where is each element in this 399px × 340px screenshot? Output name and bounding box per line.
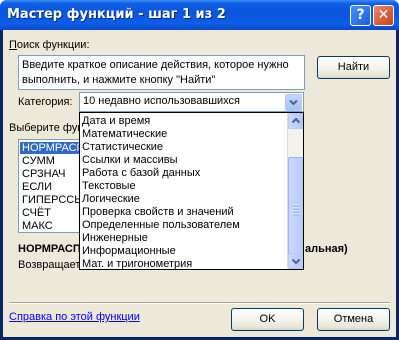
- category-option[interactable]: Определенные пользователем: [82, 219, 240, 231]
- footer-divider: [9, 302, 390, 304]
- scroll-up-icon: [291, 117, 301, 124]
- find-button[interactable]: Найти: [317, 56, 390, 79]
- ok-button-label: OK: [259, 313, 276, 325]
- function-syntax-head: НОРМРАСП: [18, 243, 81, 255]
- grip-icon: [293, 204, 299, 216]
- category-option[interactable]: Ссылки и массивы: [82, 154, 178, 166]
- scroll-thumb[interactable]: [288, 157, 303, 261]
- category-option[interactable]: Работа с базой данных: [82, 167, 200, 179]
- ok-button[interactable]: OK: [231, 308, 304, 331]
- chevron-down-icon: [289, 99, 298, 106]
- close-icon: ✕: [377, 7, 390, 23]
- function-help-link[interactable]: Справка по этой функции: [9, 311, 140, 323]
- category-selected-value: 10 недавно использовавшихся: [83, 95, 241, 107]
- cancel-button-label: Отмена: [333, 313, 374, 325]
- cancel-button[interactable]: Отмена: [317, 308, 390, 331]
- question-mark-icon: ?: [356, 7, 365, 23]
- close-button[interactable]: ✕: [373, 5, 394, 26]
- category-option[interactable]: Проверка свойств и значений: [82, 206, 234, 218]
- title-bar[interactable]: Мастер функций - шаг 1 из 2 ? ✕: [0, 0, 399, 30]
- function-syntax-tail: альная): [305, 243, 348, 255]
- dropdown-scrollbar[interactable]: [287, 113, 303, 269]
- category-option[interactable]: Математические: [82, 128, 167, 140]
- category-option[interactable]: Дата и время: [82, 115, 150, 127]
- function-list-label: Выберите фун: [9, 122, 84, 134]
- category-dropdown-list[interactable]: Дата и время Математические Статистическ…: [79, 112, 304, 270]
- scroll-down-icon: [291, 258, 301, 265]
- function-description: Возвращает: [18, 259, 81, 271]
- category-option[interactable]: Текстовые: [82, 180, 136, 192]
- category-dropdown-button[interactable]: [285, 94, 302, 111]
- category-option[interactable]: Мат. и тригонометрия: [82, 258, 192, 269]
- category-option[interactable]: Инженерные: [82, 232, 148, 244]
- scroll-up-button[interactable]: [288, 113, 303, 129]
- search-input[interactable]: Введите краткое описание действия, котор…: [18, 55, 305, 90]
- category-label: Категория:: [18, 96, 73, 108]
- category-option[interactable]: Статистические: [82, 141, 163, 153]
- category-option[interactable]: Логические: [82, 193, 140, 205]
- find-button-label: Найти: [337, 61, 370, 73]
- help-button[interactable]: ?: [350, 5, 371, 26]
- category-select[interactable]: 10 недавно использовавшихся: [79, 92, 304, 112]
- scroll-down-button[interactable]: [288, 253, 303, 269]
- search-label: Поиск функции:: [9, 39, 90, 51]
- category-option[interactable]: Информационные: [82, 245, 176, 257]
- window-title: Мастер функций - шаг 1 из 2: [7, 7, 226, 22]
